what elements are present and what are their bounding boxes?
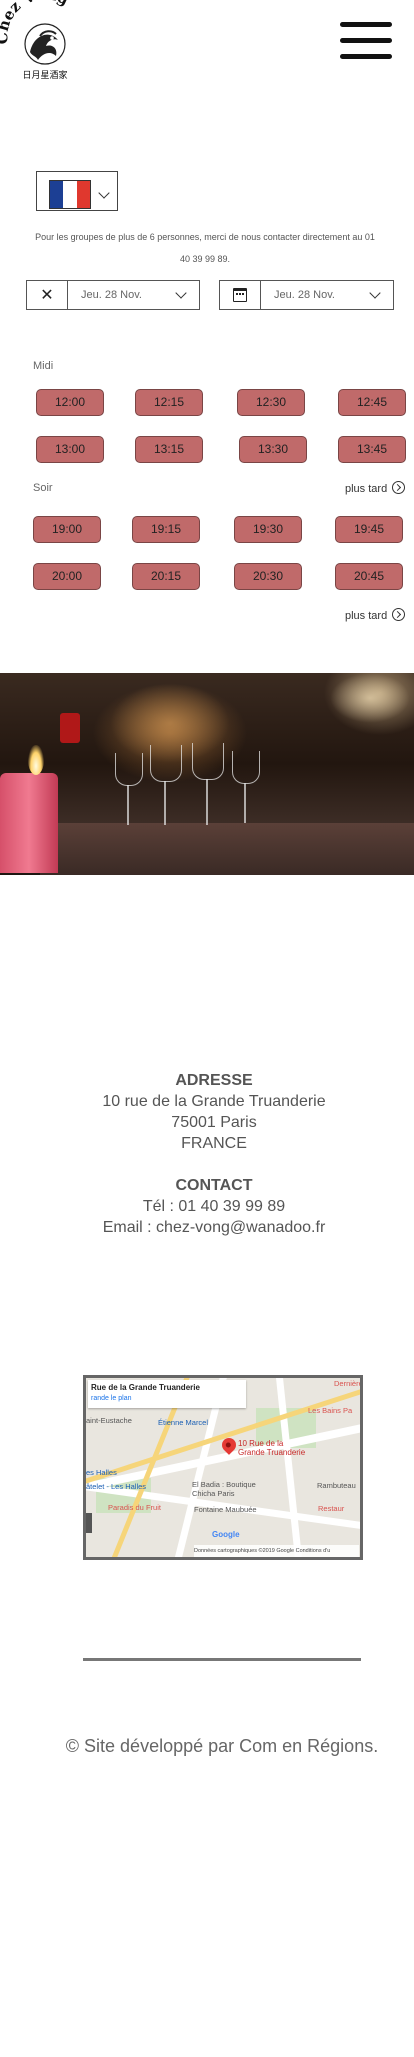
map-attribution: Données cartographiques ©2019 Google Con… — [194, 1545, 359, 1557]
map-poi: El Badia : Boutique Chicha Paris — [192, 1480, 256, 1498]
site-credits[interactable]: © Site développé par Com en Régions. — [0, 1736, 414, 1757]
map-poi: Dernière — [334, 1379, 363, 1388]
location-map[interactable]: Rue de la Grande Truanderie rande le pla… — [83, 1375, 363, 1560]
slot-midi[interactable]: 12:00 — [36, 389, 104, 416]
map-poi: Rambuteau — [317, 1481, 356, 1490]
chevron-down-icon — [369, 287, 381, 299]
google-logo: Google — [212, 1530, 240, 1539]
slot-soir[interactable]: 20:45 — [335, 563, 403, 590]
address-street: 10 rue de la Grande Truanderie — [102, 1093, 326, 1110]
slot-soir[interactable]: 20:00 — [33, 563, 101, 590]
map-poi: aint-Eustache — [86, 1416, 132, 1425]
slot-soir[interactable]: 19:00 — [33, 516, 101, 543]
arrow-right-circle-icon — [392, 608, 406, 621]
later-label: plus tard — [345, 483, 388, 495]
restaurant-photo — [0, 673, 414, 875]
map-poi: es Halles — [86, 1468, 117, 1477]
date-to-value: Jeu. 28 Nov. — [274, 289, 335, 301]
chez-vong-logo[interactable]: Chez Vong 日月星酒家 — [0, 0, 90, 85]
map-poi: Fontaine Maubuée — [194, 1505, 257, 1514]
map-pin-label: 10 Rue de la Grande Truanderie — [238, 1439, 306, 1457]
map-enlarge-link[interactable]: rande le plan — [91, 1395, 131, 1402]
map-poi: Restaur — [318, 1504, 345, 1513]
slot-midi[interactable]: 12:30 — [237, 389, 305, 416]
slot-soir[interactable]: 19:45 — [335, 516, 403, 543]
contact-email[interactable]: Email : chez-vong@wanadoo.fr — [0, 1219, 414, 1237]
midi-section-label: Midi — [33, 360, 54, 372]
chevron-down-icon — [175, 287, 187, 299]
calendar-icon[interactable] — [220, 281, 261, 309]
date-from-field[interactable]: ✕ Jeu. 28 Nov. — [26, 280, 200, 310]
address-country: FRANCE — [181, 1135, 247, 1152]
map-poi: Paradis du Fruit — [108, 1503, 161, 1512]
address-heading: ADRESSE — [175, 1072, 253, 1089]
date-from-value: Jeu. 28 Nov. — [81, 289, 142, 301]
slot-soir[interactable]: 19:30 — [234, 516, 302, 543]
map-poi: âtelet - Les Halles — [86, 1482, 147, 1491]
menu-hamburger-button[interactable] — [340, 22, 392, 60]
slot-soir[interactable]: 20:15 — [132, 563, 200, 590]
slot-midi[interactable]: 13:15 — [135, 436, 203, 463]
later-label: plus tard — [345, 610, 388, 622]
contact-phone[interactable]: Tél : 01 40 39 99 89 — [0, 1198, 414, 1216]
slot-soir[interactable]: 19:15 — [132, 516, 200, 543]
later-slots-link[interactable]: plus tard — [345, 608, 406, 622]
soir-section-label: Soir — [33, 482, 53, 494]
map-place-card: Rue de la Grande Truanderie rande le pla… — [88, 1380, 246, 1408]
address-city: 75001 Paris — [171, 1114, 257, 1131]
later-slots-link[interactable]: plus tard — [345, 481, 406, 495]
slot-midi[interactable]: 13:00 — [36, 436, 104, 463]
arrow-right-circle-icon — [392, 481, 406, 494]
french-flag-icon — [49, 180, 91, 209]
slot-soir[interactable]: 20:30 — [234, 563, 302, 590]
slot-midi[interactable]: 12:15 — [135, 389, 203, 416]
chevron-down-icon — [98, 187, 110, 199]
logo-subtitle: 日月星酒家 — [22, 69, 67, 81]
map-poi: Étienne Marcel — [158, 1418, 209, 1427]
slot-midi[interactable]: 12:45 — [338, 389, 406, 416]
group-booking-notice: Pour les groupes de plus de 6 personnes,… — [35, 232, 375, 264]
contact-heading: CONTACT — [175, 1177, 253, 1194]
footer-divider — [83, 1658, 361, 1661]
map-place-title: Rue de la Grande Truanderie — [91, 1383, 200, 1392]
slot-midi[interactable]: 13:30 — [239, 436, 307, 463]
language-selector[interactable] — [36, 171, 118, 211]
map-side-handle[interactable] — [86, 1513, 92, 1533]
slot-midi[interactable]: 13:45 — [338, 436, 406, 463]
close-icon[interactable]: ✕ — [27, 281, 68, 309]
date-to-field[interactable]: Jeu. 28 Nov. — [219, 280, 394, 310]
map-poi: Les Bains Pa — [308, 1406, 353, 1415]
